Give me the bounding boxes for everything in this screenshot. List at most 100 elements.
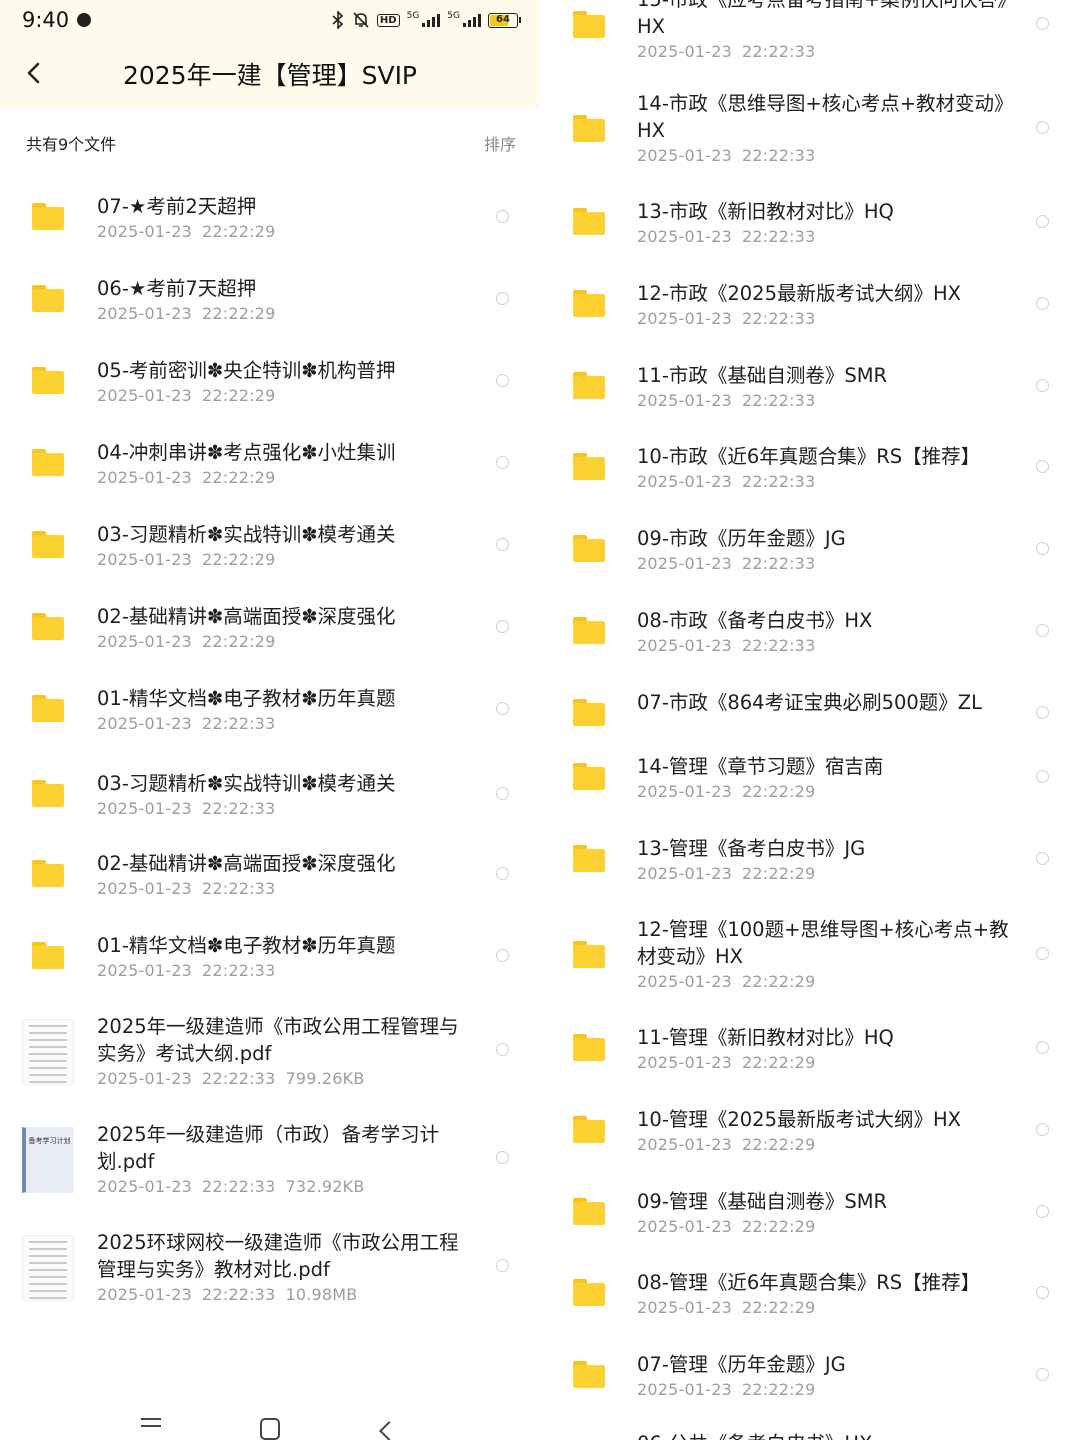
item-name: 13-管理《备考白皮书》JG: [637, 837, 866, 860]
select-radio[interactable]: [1036, 379, 1049, 392]
item-name: 10-市政《近6年真题合集》RS【推荐】: [637, 445, 981, 468]
select-radio[interactable]: [1036, 706, 1049, 719]
chevron-left-icon[interactable]: [22, 60, 48, 86]
folder-icon: [573, 699, 605, 726]
select-radio[interactable]: [496, 456, 509, 469]
home-icon[interactable]: [260, 1418, 280, 1440]
item-name: 07-市政《864考证宝典必刷500题》ZL: [637, 691, 983, 714]
item-name: 09-管理《基础自测卷》SMR: [637, 1190, 888, 1213]
select-radio[interactable]: [1036, 17, 1049, 30]
item-text: 03-习题精析✽实战特训✽模考通关 2025-01-23 22:22:33: [97, 770, 467, 820]
select-radio[interactable]: [496, 1259, 509, 1272]
item-size: 732.92KB: [285, 1177, 365, 1196]
folder-icon: [573, 845, 605, 872]
folder-body: [32, 784, 64, 807]
folder-icon: [573, 290, 605, 317]
item-text: 15-市政《应考点备考指南+案例快问快答》HX 2025-01-23 22:22:3…: [637, 0, 1012, 63]
signal-label: 5G: [447, 11, 460, 21]
recording-dot-icon: [77, 13, 92, 27]
select-radio[interactable]: [496, 1043, 509, 1056]
item-text: 09-市政《历年金题》JG 2025-01-23 22:22:33: [637, 525, 1012, 575]
select-radio[interactable]: [1036, 460, 1049, 473]
item-date: 2025-01-23: [637, 1217, 732, 1236]
item-date: 2025-01-23: [97, 1285, 192, 1304]
item-date: 2025-01-23: [637, 972, 732, 991]
back-icon[interactable]: [379, 1421, 399, 1440]
select-radio[interactable]: [496, 1151, 509, 1164]
item-date: 2025-01-23: [97, 550, 192, 569]
item-name: 15-市政《应考点备考指南+案例快问快答》HX: [637, 0, 1007, 38]
select-radio[interactable]: [1036, 1368, 1049, 1381]
folder-icon: [573, 763, 605, 790]
select-radio[interactable]: [496, 210, 509, 223]
folder-body: [573, 1202, 605, 1225]
item-time: 22:22:33: [201, 1069, 276, 1088]
item-name: 07-★考前2天超押: [97, 195, 257, 218]
item-time: 22:22:33: [201, 1285, 276, 1304]
select-radio[interactable]: [1036, 624, 1049, 637]
item-meta: 2025-01-23 22:22:29: [97, 385, 467, 407]
item-name: 12-市政《2025最新版考试大纲》HX: [637, 282, 961, 305]
select-radio[interactable]: [496, 787, 509, 800]
signal-label: 5G: [406, 11, 420, 21]
folder-icon: [32, 285, 64, 312]
select-radio[interactable]: [496, 867, 509, 880]
select-radio[interactable]: [1036, 1041, 1049, 1054]
folder-icon: [573, 941, 605, 968]
select-radio[interactable]: [1036, 121, 1049, 134]
item-meta: 2025-01-23 22:22:29: [637, 1216, 1012, 1238]
select-radio[interactable]: [496, 949, 509, 962]
item-name: 08-市政《备考白皮书》HX: [637, 609, 873, 632]
item-time: 22:22:33: [201, 714, 276, 733]
folder-body: [32, 946, 64, 969]
item-text: 10-管理《2025最新版考试大纲》HX 2025-01-23 22:22:29: [637, 1106, 1012, 1156]
item-text: 07-管理《历年金题》JG 2025-01-23 22:22:29: [637, 1351, 1012, 1401]
item-time: 22:22:33: [741, 554, 816, 573]
folder-body: [32, 289, 64, 312]
item-date: 2025-01-23: [637, 227, 732, 246]
item-time: 22:22:29: [201, 222, 276, 241]
item-time: 22:22:33: [741, 227, 816, 246]
folder-icon: [32, 367, 64, 394]
item-time: 22:22:33: [741, 391, 816, 410]
select-radio[interactable]: [496, 702, 509, 715]
folder-body: [573, 849, 605, 872]
select-radio[interactable]: [1036, 947, 1049, 960]
sort-button[interactable]: 排序: [484, 131, 516, 155]
select-radio[interactable]: [1036, 1205, 1049, 1218]
item-date: 2025-01-23: [97, 304, 192, 323]
select-radio[interactable]: [1036, 1123, 1049, 1136]
folder-body: [573, 294, 605, 317]
item-meta: 2025-01-23 22:22:33: [637, 635, 1012, 657]
pdf-thumbnail: [22, 1019, 74, 1085]
folder-icon: [573, 1198, 605, 1225]
item-time: 22:22:29: [741, 864, 816, 883]
item-meta: 2025-01-23 22:22:29: [97, 467, 467, 489]
select-radio[interactable]: [1036, 542, 1049, 555]
menu-icon[interactable]: [141, 1418, 161, 1432]
select-radio[interactable]: [496, 374, 509, 387]
select-radio[interactable]: [1036, 852, 1049, 865]
select-radio[interactable]: [1036, 770, 1049, 783]
select-radio[interactable]: [496, 292, 509, 305]
status-time: 9:40: [22, 8, 70, 32]
select-radio[interactable]: [496, 538, 509, 551]
item-name: 04-冲刺串讲✽考点强化✽小灶集训: [97, 441, 396, 464]
select-radio[interactable]: [496, 620, 509, 633]
pdf-thumbnail: [22, 1235, 74, 1301]
item-meta: 2025-01-23 22:22:29: [637, 971, 1012, 993]
folder-body: [573, 945, 605, 968]
item-date: 2025-01-23: [97, 386, 192, 405]
select-radio[interactable]: [1036, 215, 1049, 228]
item-meta: 2025-01-23 22:22:33: [637, 390, 1012, 412]
folder-icon: [573, 1279, 605, 1306]
item-meta: 2025-01-23 22:22:29: [637, 863, 1012, 885]
item-name: 08-管理《近6年真题合集》RS【推荐】: [637, 1271, 981, 1294]
item-meta: 2025-01-23 22:22:33: [97, 713, 467, 735]
folder-icon: [573, 372, 605, 399]
item-text: 13-管理《备考白皮书》JG 2025-01-23 22:22:29: [637, 835, 1012, 885]
select-radio[interactable]: [1036, 297, 1049, 310]
folder-icon: [573, 535, 605, 562]
folder-body: [32, 864, 64, 887]
select-radio[interactable]: [1036, 1286, 1049, 1299]
